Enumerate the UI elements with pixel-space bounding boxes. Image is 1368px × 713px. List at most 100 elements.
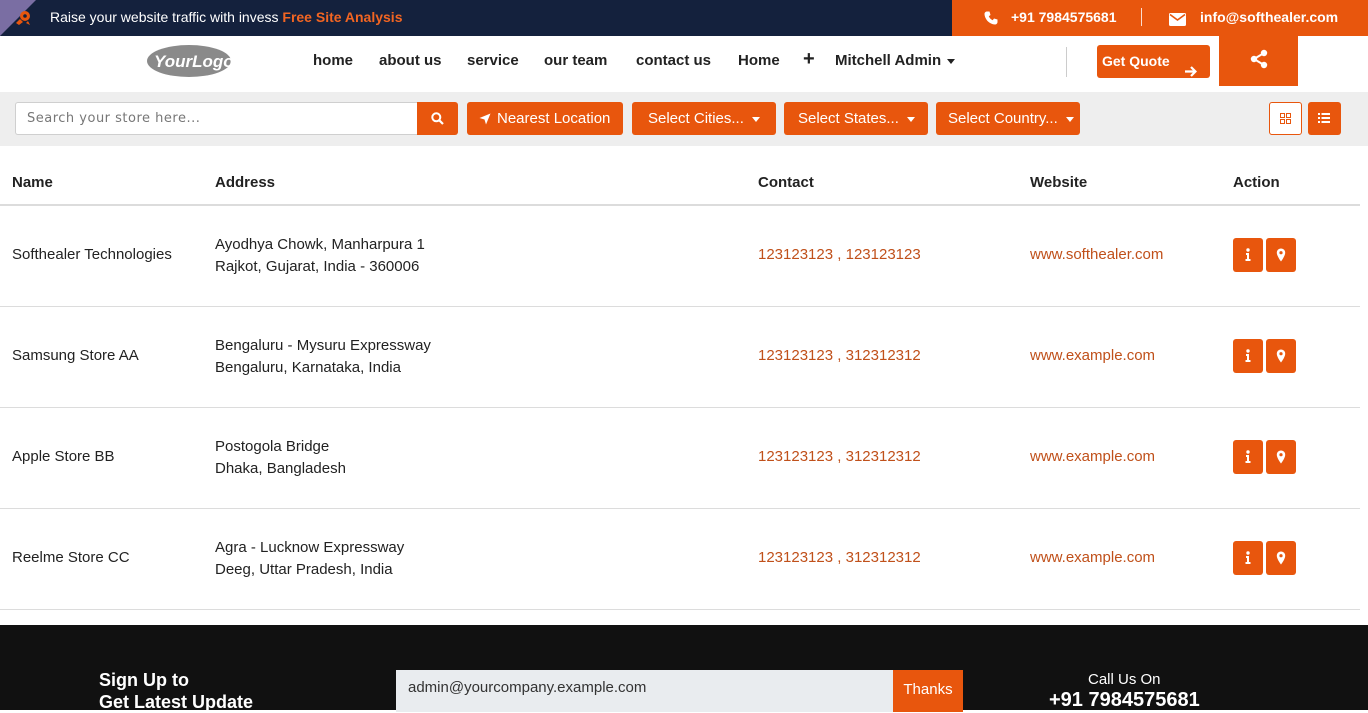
- map-marker-icon: [1276, 450, 1286, 464]
- search-button[interactable]: [417, 102, 458, 135]
- plus-icon[interactable]: +: [803, 48, 815, 71]
- store-contact: 123123123 , 312312312: [758, 347, 921, 364]
- store-address: Agra - Lucknow Expressway Deeg, Uttar Pra…: [215, 537, 404, 581]
- call-us-number[interactable]: +91 7984575681: [1049, 689, 1200, 712]
- share-icon: [1250, 49, 1268, 69]
- website-link[interactable]: www.example.com: [1030, 549, 1155, 566]
- table-row: Softhealer Technologies Ayodhya Chowk, M…: [0, 206, 1360, 307]
- header-address: Address: [215, 174, 276, 191]
- map-pin-button[interactable]: [1266, 238, 1296, 272]
- map-pin-button[interactable]: [1266, 339, 1296, 373]
- address-line-1: Bengaluru - Mysuru Expressway: [215, 337, 431, 354]
- nav-item-home-2[interactable]: Home: [738, 52, 780, 69]
- select-cities-dropdown[interactable]: Select Cities...: [632, 102, 776, 135]
- contact-strip: +91 7984575681 info@softhealer.com: [952, 0, 1368, 36]
- get-quote-label: Get Quote: [1102, 53, 1170, 69]
- nav-item-our-team[interactable]: our team: [544, 52, 607, 69]
- table-row: Samsung Store AA Bengaluru - Mysuru Expr…: [0, 307, 1360, 408]
- store-address: Postogola Bridge Dhaka, Bangladesh: [215, 436, 346, 480]
- info-icon: [1245, 551, 1251, 564]
- nav-item-contact-us[interactable]: contact us: [636, 52, 711, 69]
- nav-item-service[interactable]: service: [467, 52, 519, 69]
- website-link[interactable]: www.example.com: [1030, 448, 1155, 465]
- address-line-1: Postogola Bridge: [215, 438, 330, 455]
- free-site-analysis-link[interactable]: Free Site Analysis: [282, 9, 402, 25]
- promo-label: Raise your website traffic with invess: [50, 9, 283, 25]
- store-search-input[interactable]: [15, 102, 418, 135]
- footer: Sign Up toGet Latest Update Thanks Call …: [0, 625, 1368, 713]
- user-name: Mitchell Admin: [835, 52, 942, 69]
- nav-item-home[interactable]: home: [313, 52, 353, 69]
- filter-bar: Nearest Location Select Cities... Select…: [0, 92, 1368, 146]
- signup-heading: Sign Up to Get Latest Update: [99, 669, 253, 713]
- logo[interactable]: YourLogo: [146, 44, 234, 78]
- info-button[interactable]: [1233, 541, 1263, 575]
- grid-view-button[interactable]: [1269, 102, 1302, 135]
- info-button[interactable]: [1233, 440, 1263, 474]
- list-icon: [1318, 113, 1330, 123]
- chevron-down-icon: [947, 58, 956, 64]
- store-website: www.softhealer.com: [1030, 244, 1163, 266]
- phone-link[interactable]: 123123123: [846, 246, 921, 263]
- store-address: Bengaluru - Mysuru Expressway Bengaluru, …: [215, 335, 431, 379]
- store-website: www.example.com: [1030, 547, 1155, 569]
- chevron-down-icon: [1065, 116, 1074, 122]
- get-quote-button[interactable]: Get Quote: [1097, 45, 1210, 78]
- phone-link[interactable]: 123123123: [758, 448, 833, 465]
- select-country-dropdown[interactable]: Select Country...: [936, 102, 1080, 135]
- list-view-button[interactable]: [1308, 102, 1341, 135]
- share-button[interactable]: [1219, 36, 1298, 86]
- info-button[interactable]: [1233, 238, 1263, 272]
- top-bar: Raise your website traffic with invess F…: [0, 0, 1368, 36]
- chevron-down-icon: [751, 116, 760, 122]
- nav-divider: [1066, 47, 1067, 77]
- table-row: Apple Store BB Postogola Bridge Dhaka, Ba…: [0, 408, 1360, 509]
- store-name: Samsung Store AA: [12, 347, 139, 364]
- phone-link[interactable]: 312312312: [846, 448, 921, 465]
- rocket-icon: [14, 10, 32, 26]
- main-nav: YourLogo home about us service our team …: [0, 36, 1368, 92]
- call-us-label: Call Us On: [1088, 671, 1161, 688]
- email-link[interactable]: info@softhealer.com: [1200, 9, 1338, 25]
- select-states-dropdown[interactable]: Select States...: [784, 102, 928, 135]
- signup-line-1: Sign Up to: [99, 670, 189, 690]
- grid-icon: [1280, 113, 1291, 124]
- nearest-location-button[interactable]: Nearest Location: [467, 102, 623, 135]
- website-link[interactable]: www.softhealer.com: [1030, 246, 1163, 263]
- select-country-label: Select Country...: [948, 110, 1058, 127]
- map-marker-icon: [1276, 349, 1286, 363]
- map-pin-button[interactable]: [1266, 440, 1296, 474]
- store-table: Name Address Contact Website Action Soft…: [0, 146, 1360, 610]
- select-states-label: Select States...: [798, 110, 899, 127]
- phone-link[interactable]: 312312312: [846, 549, 921, 566]
- address-line-2: Deeg, Uttar Pradesh, India: [215, 561, 393, 578]
- phone-link[interactable]: +91 7984575681: [1011, 9, 1117, 25]
- store-website: www.example.com: [1030, 345, 1155, 367]
- thanks-button[interactable]: Thanks: [893, 670, 963, 712]
- table-row: Reelme Store CC Agra - Lucknow Expresswa…: [0, 509, 1360, 610]
- table-header: Name Address Contact Website Action: [0, 146, 1360, 206]
- website-link[interactable]: www.example.com: [1030, 347, 1155, 364]
- nav-item-about-us[interactable]: about us: [379, 52, 442, 69]
- phone-link[interactable]: 123123123: [758, 246, 833, 263]
- phone-link[interactable]: 123123123: [758, 549, 833, 566]
- info-button[interactable]: [1233, 339, 1263, 373]
- header-contact: Contact: [758, 174, 814, 191]
- map-marker-icon: [1276, 551, 1286, 565]
- user-menu[interactable]: Mitchell Admin: [835, 52, 956, 69]
- location-arrow-icon: [479, 113, 491, 125]
- store-contact: 123123123 , 312312312: [758, 549, 921, 566]
- newsletter-email-input[interactable]: [396, 670, 894, 712]
- map-marker-icon: [1276, 248, 1286, 262]
- phone-link[interactable]: 123123123: [758, 347, 833, 364]
- search-icon: [431, 112, 444, 125]
- store-name: Reelme Store CC: [12, 549, 130, 566]
- divider: [1141, 8, 1142, 26]
- header-action: Action: [1233, 174, 1280, 191]
- map-pin-button[interactable]: [1266, 541, 1296, 575]
- store-website: www.example.com: [1030, 446, 1155, 468]
- select-cities-label: Select Cities...: [648, 110, 744, 127]
- header-name: Name: [12, 174, 53, 191]
- promo-text: Raise your website traffic with invess F…: [50, 9, 402, 25]
- phone-link[interactable]: 312312312: [846, 347, 921, 364]
